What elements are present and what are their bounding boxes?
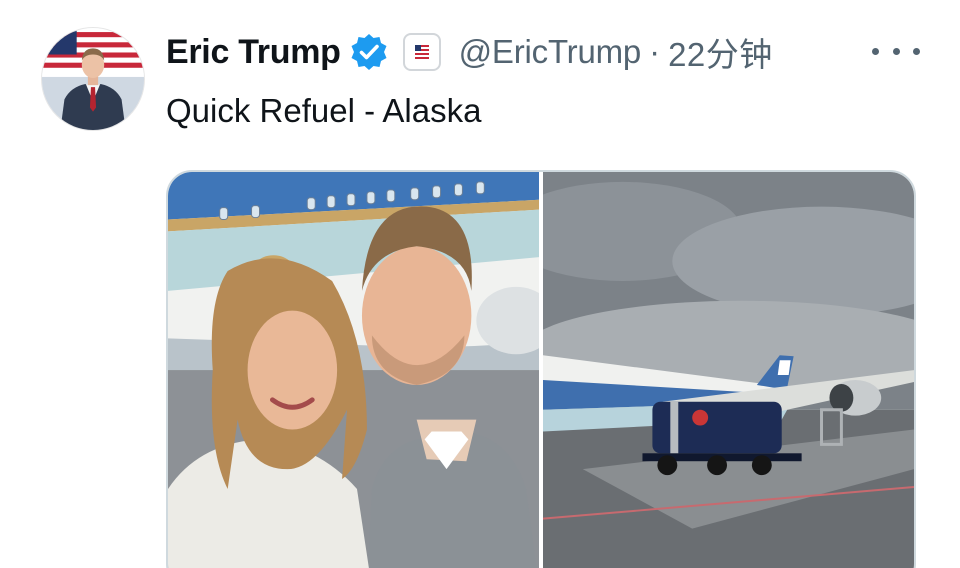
timestamp[interactable]: 22分钟 [668, 28, 773, 76]
more-options-icon[interactable] [872, 36, 920, 66]
dot-1 [872, 47, 879, 55]
verified-badge-icon[interactable] [349, 32, 389, 72]
photo-selfie[interactable] [168, 172, 540, 568]
media-grid [166, 170, 916, 568]
display-name[interactable]: Eric Trump [166, 33, 341, 72]
dot-2 [892, 47, 900, 55]
flag-badge-icon[interactable] [402, 33, 441, 71]
separator-dot: · [649, 33, 661, 70]
tweet-text: Quick Refuel - Alaska [166, 92, 482, 129]
photo-refuel[interactable] [543, 172, 914, 568]
dot-3 [913, 47, 920, 55]
avatar-image [42, 28, 144, 130]
user-handle[interactable]: @EricTrump [459, 33, 642, 71]
avatar[interactable] [42, 28, 144, 130]
tweet-header: Eric Trump @EricTrump · 22分钟 [166, 30, 773, 74]
